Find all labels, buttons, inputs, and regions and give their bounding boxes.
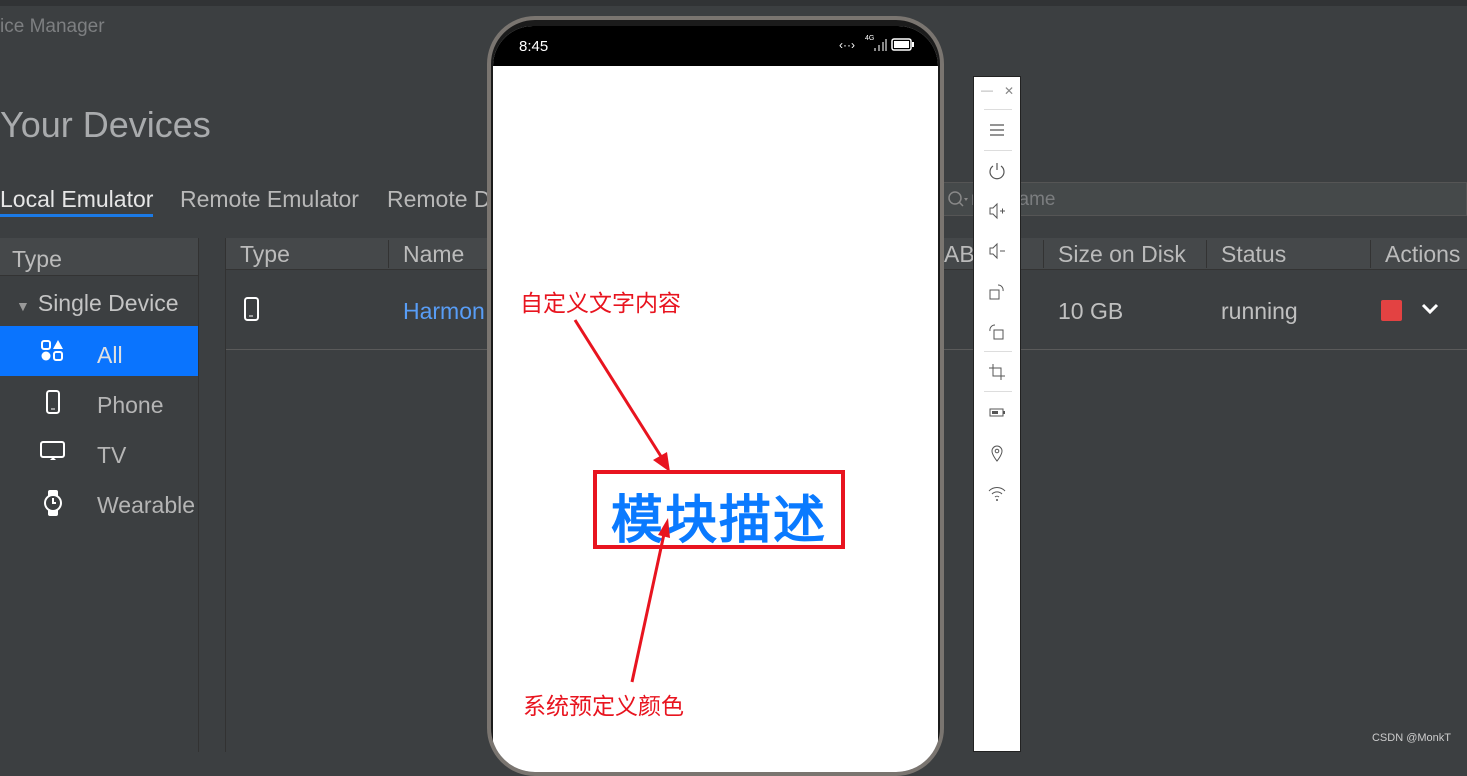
annotation-top-label: 自定义文字内容 [520, 291, 681, 317]
type-sidebar: Type ▼ Single Device All Phone TV Wearabl… [0, 238, 199, 752]
sidebar-item-phone[interactable]: Phone [0, 376, 198, 426]
column-header-actions[interactable]: Actions [1385, 241, 1460, 268]
top-edge [0, 0, 1467, 6]
emulator-screen[interactable]: 8:45 ‹··› 4G [493, 26, 938, 772]
watermark: CSDN @MonkT [1371, 732, 1451, 744]
column-header-type[interactable]: Type [240, 241, 290, 268]
emulator-phone-frame: 8:45 ‹··› 4G [487, 16, 944, 776]
page-title: Your Devices [0, 104, 211, 145]
annotation-highlight-box: 模块描述 [593, 470, 845, 551]
rotate-left-icon[interactable] [986, 321, 1008, 343]
status-bar: 8:45 ‹··› 4G [493, 26, 938, 66]
tab-remote-device[interactable]: Remote D [387, 186, 491, 213]
menu-icon[interactable] [986, 119, 1008, 141]
battery-icon[interactable] [986, 401, 1008, 423]
rotate-right-icon[interactable] [986, 281, 1008, 303]
group-label: Single Device [37, 290, 179, 316]
tab-local-emulator[interactable]: Local Emulator [0, 186, 154, 217]
data-transfer-icon: ‹··› [839, 38, 855, 52]
volume-up-icon[interactable] [986, 200, 1008, 222]
stop-button[interactable] [1381, 300, 1402, 321]
device-name-link[interactable]: Harmon [403, 298, 485, 325]
annotation-bottom-label: 系统预定义颜色 [523, 694, 684, 720]
column-header-size[interactable]: Size on Disk [1058, 241, 1186, 268]
sidebar-item-label: All [97, 342, 123, 368]
chevron-down-icon[interactable] [1421, 302, 1439, 316]
caret-down-icon: ▼ [16, 298, 30, 314]
sidebar-item-all[interactable]: All [0, 326, 198, 376]
tab-remote-emulator[interactable]: Remote Emulator [180, 186, 359, 213]
sidebar-item-wearable[interactable]: Wearable [0, 476, 198, 526]
all-categories-icon [41, 340, 63, 361]
close-icon[interactable]: ✕ [1004, 84, 1014, 98]
crop-icon[interactable] [986, 361, 1008, 383]
window-title: ice Manager [0, 16, 105, 37]
wifi-icon[interactable] [986, 482, 1008, 504]
sidebar-group-single-device[interactable]: ▼ Single Device [0, 276, 198, 326]
sidebar-item-label: Wearable [97, 492, 196, 518]
power-icon[interactable] [986, 160, 1008, 182]
sidebar-item-label: TV [97, 442, 127, 468]
battery-status-icon [891, 38, 914, 51]
column-header-api[interactable]: AB [944, 241, 975, 268]
location-icon[interactable] [986, 442, 1008, 464]
device-status: running [1221, 298, 1298, 324]
sidebar-item-tv[interactable]: TV [0, 426, 198, 476]
volume-down-icon[interactable] [986, 240, 1008, 262]
phone-icon [244, 297, 259, 321]
watch-icon [44, 490, 62, 516]
module-description-text: 模块描述 [610, 491, 827, 551]
sidebar-item-label: Phone [97, 392, 164, 418]
tv-icon [40, 441, 65, 460]
column-header-status[interactable]: Status [1221, 241, 1286, 268]
emulator-toolbar: — ✕ [973, 76, 1021, 752]
phone-icon [46, 390, 60, 414]
status-time: 8:45 [519, 38, 549, 55]
search-icon [948, 191, 968, 207]
sidebar-header: Type [0, 238, 198, 276]
signal-icon [874, 39, 887, 51]
device-size: 10 GB [1058, 298, 1124, 324]
minimize-icon[interactable]: — [981, 83, 993, 97]
column-header-name[interactable]: Name [403, 241, 464, 268]
